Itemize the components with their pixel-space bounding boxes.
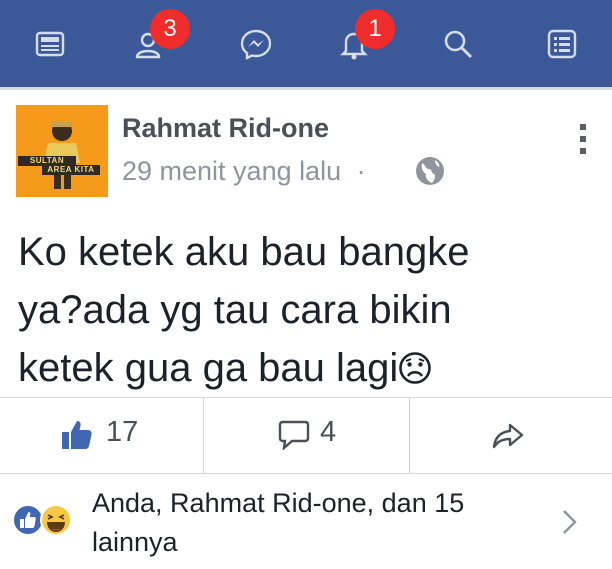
post-card: SULTAN AREA KITA Rahmat Rid-one 29 menit… — [0, 90, 612, 569]
share-icon — [492, 423, 524, 449]
news-feed-icon[interactable] — [33, 27, 67, 61]
like-reaction-icon — [12, 504, 44, 536]
sad-face-icon — [398, 343, 432, 384]
post-meta-separator: · — [356, 156, 366, 186]
messenger-icon[interactable] — [239, 27, 273, 61]
reactions-text: Anda, Rahmat Rid-one, dan 15 lainnya — [92, 488, 465, 557]
like-button[interactable]: 17 — [0, 398, 203, 473]
comment-count: 4 — [320, 416, 337, 448]
like-count: 17 — [106, 416, 139, 448]
globe-icon — [413, 154, 447, 188]
top-navigation-bar: 3 1 — [0, 0, 612, 90]
post-author-name[interactable]: Rahmat Rid-one — [122, 113, 329, 144]
avatar[interactable]: SULTAN AREA KITA — [16, 105, 108, 197]
post-timestamp[interactable]: 29 menit yang lalu · — [122, 156, 366, 187]
post-options-icon[interactable] — [576, 122, 590, 156]
post-text-line-3: ketek gua ga bau lagi — [18, 339, 598, 397]
notifications-badge[interactable]: 1 — [355, 9, 395, 49]
avatar-banner-2: AREA KITA — [42, 165, 100, 175]
like-icon — [62, 421, 92, 449]
comment-button[interactable]: 4 — [204, 398, 409, 473]
more-menu-icon[interactable] — [545, 27, 579, 61]
search-icon[interactable] — [441, 27, 475, 61]
post-text-line-3-text: ketek gua ga bau lagi — [18, 346, 399, 390]
share-button[interactable] — [410, 398, 612, 473]
post-action-bar: 17 4 — [0, 397, 612, 474]
post-text-line-1: Ko ketek aku bau bangke — [18, 230, 470, 274]
haha-reaction-icon — [40, 504, 72, 536]
post-body-text: Ko ketek aku bau bangke ya?ada yg tau ca… — [18, 223, 598, 397]
comment-icon — [278, 420, 310, 450]
friend-requests-badge[interactable]: 3 — [150, 9, 190, 49]
reactions-summary[interactable]: Anda, Rahmat Rid-one, dan 15 lainnya — [0, 473, 612, 569]
chevron-right-icon[interactable] — [558, 507, 580, 537]
reaction-icons — [12, 504, 82, 536]
post-time-text: 29 menit yang lalu — [122, 156, 342, 186]
post-text-line-2: ya?ada yg tau cara bikin — [18, 288, 452, 332]
